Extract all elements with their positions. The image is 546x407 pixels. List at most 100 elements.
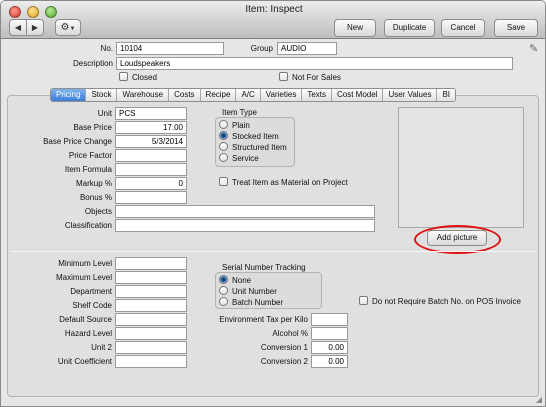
base-price-change-field[interactable]: 5/3/2014 bbox=[115, 135, 187, 148]
no-label: No. bbox=[100, 44, 113, 53]
tab-varieties[interactable]: Varieties bbox=[261, 89, 303, 101]
alcohol-field[interactable] bbox=[311, 327, 348, 340]
chevron-down-icon: ▼ bbox=[69, 26, 76, 32]
item-type-stocked-radio[interactable] bbox=[219, 131, 228, 140]
picture-well[interactable] bbox=[398, 107, 524, 228]
maximum-level-label: Maximum Level bbox=[55, 273, 112, 282]
item-type-plain-label: Plain bbox=[232, 121, 250, 130]
tab-user-values[interactable]: User Values bbox=[383, 89, 438, 101]
shelf-code-field[interactable] bbox=[115, 299, 187, 312]
objects-field[interactable] bbox=[115, 205, 375, 218]
next-record-button[interactable]: ▶ bbox=[26, 19, 44, 36]
closed-checkbox[interactable] bbox=[119, 72, 128, 81]
no-field[interactable]: 10104 bbox=[116, 42, 224, 55]
base-price-change-label: Base Price Change bbox=[43, 137, 112, 146]
gear-icon: ⚙ bbox=[60, 22, 70, 33]
env-tax-label: Environment Tax per Kilo bbox=[219, 315, 308, 324]
serial-batch-number-label: Batch Number bbox=[232, 298, 284, 307]
unit-coefficient-label: Unit Coefficient bbox=[57, 357, 112, 366]
title-bar: Item: Inspect ◀ ▶ ⚙▼ New Duplicate Cance… bbox=[1, 1, 545, 39]
serial-none-radio[interactable] bbox=[219, 275, 228, 284]
tab-recipe[interactable]: Recipe bbox=[201, 89, 237, 101]
operations-menu-button[interactable]: ⚙▼ bbox=[55, 19, 81, 36]
default-source-label: Default Source bbox=[59, 315, 112, 324]
bonus-field[interactable] bbox=[115, 191, 187, 204]
base-price-label: Base Price bbox=[73, 123, 112, 132]
price-factor-label: Price Factor bbox=[68, 151, 112, 160]
tab-pricing[interactable]: Pricing bbox=[51, 89, 87, 101]
default-source-field[interactable] bbox=[115, 313, 187, 326]
item-type-structured-radio[interactable] bbox=[219, 142, 228, 151]
tab-costs[interactable]: Costs bbox=[169, 89, 201, 101]
duplicate-button[interactable]: Duplicate bbox=[384, 19, 435, 37]
item-type-structured-label: Structured Item bbox=[232, 143, 287, 152]
markup-field[interactable]: 0 bbox=[115, 177, 187, 190]
highlight-ring bbox=[414, 225, 501, 254]
tab-bar: Pricing Stock Warehouse Costs Recipe A/C… bbox=[50, 88, 457, 102]
env-tax-field[interactable] bbox=[311, 313, 348, 326]
arrow-left-icon: ◀ bbox=[14, 23, 22, 32]
base-price-field[interactable]: 17.00 bbox=[115, 121, 187, 134]
not-for-sales-label: Not For Sales bbox=[292, 73, 341, 82]
pos-batch-checkbox[interactable] bbox=[359, 296, 368, 305]
unit-coefficient-field[interactable] bbox=[115, 355, 187, 368]
conversion2-label: Conversion 2 bbox=[260, 357, 308, 366]
group-field[interactable]: AUDIO bbox=[277, 42, 337, 55]
item-inspect-window: Item: Inspect ◀ ▶ ⚙▼ New Duplicate Cance… bbox=[0, 0, 546, 407]
unit2-label: Unit 2 bbox=[91, 343, 112, 352]
description-label: Description bbox=[72, 59, 113, 68]
tab-cost-model[interactable]: Cost Model bbox=[332, 89, 384, 101]
pos-batch-label: Do not Require Batch No. on POS Invoice bbox=[372, 297, 521, 306]
department-field[interactable] bbox=[115, 285, 187, 298]
markup-label: Markup % bbox=[75, 179, 112, 188]
serial-batch-number-radio[interactable] bbox=[219, 297, 228, 306]
group-label: Group bbox=[250, 44, 273, 53]
treat-as-material-checkbox[interactable] bbox=[219, 177, 228, 186]
item-formula-label: Item Formula bbox=[64, 165, 112, 174]
serial-tracking-title: Serial Number Tracking bbox=[222, 263, 306, 272]
alcohol-label: Alcohol % bbox=[272, 329, 308, 338]
resize-grip-icon[interactable]: ◢ bbox=[536, 395, 542, 404]
serial-unit-number-label: Unit Number bbox=[232, 287, 277, 296]
minimum-level-field[interactable] bbox=[115, 257, 187, 270]
not-for-sales-checkbox[interactable] bbox=[279, 72, 288, 81]
minimum-level-label: Minimum Level bbox=[58, 259, 112, 268]
unit2-field[interactable] bbox=[115, 341, 187, 354]
conversion2-field[interactable]: 0.00 bbox=[311, 355, 348, 368]
previous-record-button[interactable]: ◀ bbox=[9, 19, 27, 36]
save-button[interactable]: Save bbox=[494, 19, 538, 37]
closed-label: Closed bbox=[132, 73, 157, 82]
conversion1-label: Conversion 1 bbox=[260, 343, 308, 352]
item-type-stocked-label: Stocked Item bbox=[232, 132, 279, 141]
department-label: Department bbox=[70, 287, 112, 296]
serial-none-label: None bbox=[232, 276, 252, 285]
conversion1-field[interactable]: 0.00 bbox=[311, 341, 348, 354]
serial-unit-number-radio[interactable] bbox=[219, 286, 228, 295]
maximum-level-field[interactable] bbox=[115, 271, 187, 284]
unit-label: Unit bbox=[97, 109, 112, 118]
price-factor-field[interactable] bbox=[115, 149, 187, 162]
hazard-level-field[interactable] bbox=[115, 327, 187, 340]
bonus-label: Bonus % bbox=[79, 193, 112, 202]
tab-warehouse[interactable]: Warehouse bbox=[117, 89, 170, 101]
description-field[interactable]: Loudspeakers bbox=[116, 57, 513, 70]
arrow-right-icon: ▶ bbox=[31, 23, 39, 32]
tab-ac[interactable]: A/C bbox=[236, 89, 261, 101]
tab-bi[interactable]: BI bbox=[437, 89, 455, 101]
item-type-plain-radio[interactable] bbox=[219, 120, 228, 129]
tab-texts[interactable]: Texts bbox=[302, 89, 332, 101]
item-type-service-label: Service bbox=[232, 154, 259, 163]
hazard-level-label: Hazard Level bbox=[64, 329, 112, 338]
paperclip-icon[interactable]: ✎ bbox=[529, 42, 538, 55]
tab-stock[interactable]: Stock bbox=[86, 89, 118, 101]
item-type-service-radio[interactable] bbox=[219, 153, 228, 162]
new-button[interactable]: New bbox=[334, 19, 376, 37]
shelf-code-label: Shelf Code bbox=[72, 301, 112, 310]
item-type-title: Item Type bbox=[222, 108, 257, 117]
item-formula-field[interactable] bbox=[115, 163, 187, 176]
unit-field[interactable]: PCS bbox=[115, 107, 187, 120]
section-divider bbox=[10, 251, 536, 252]
cancel-button[interactable]: Cancel bbox=[441, 19, 485, 37]
classification-field[interactable] bbox=[115, 219, 375, 232]
window-title: Item: Inspect bbox=[245, 4, 303, 15]
